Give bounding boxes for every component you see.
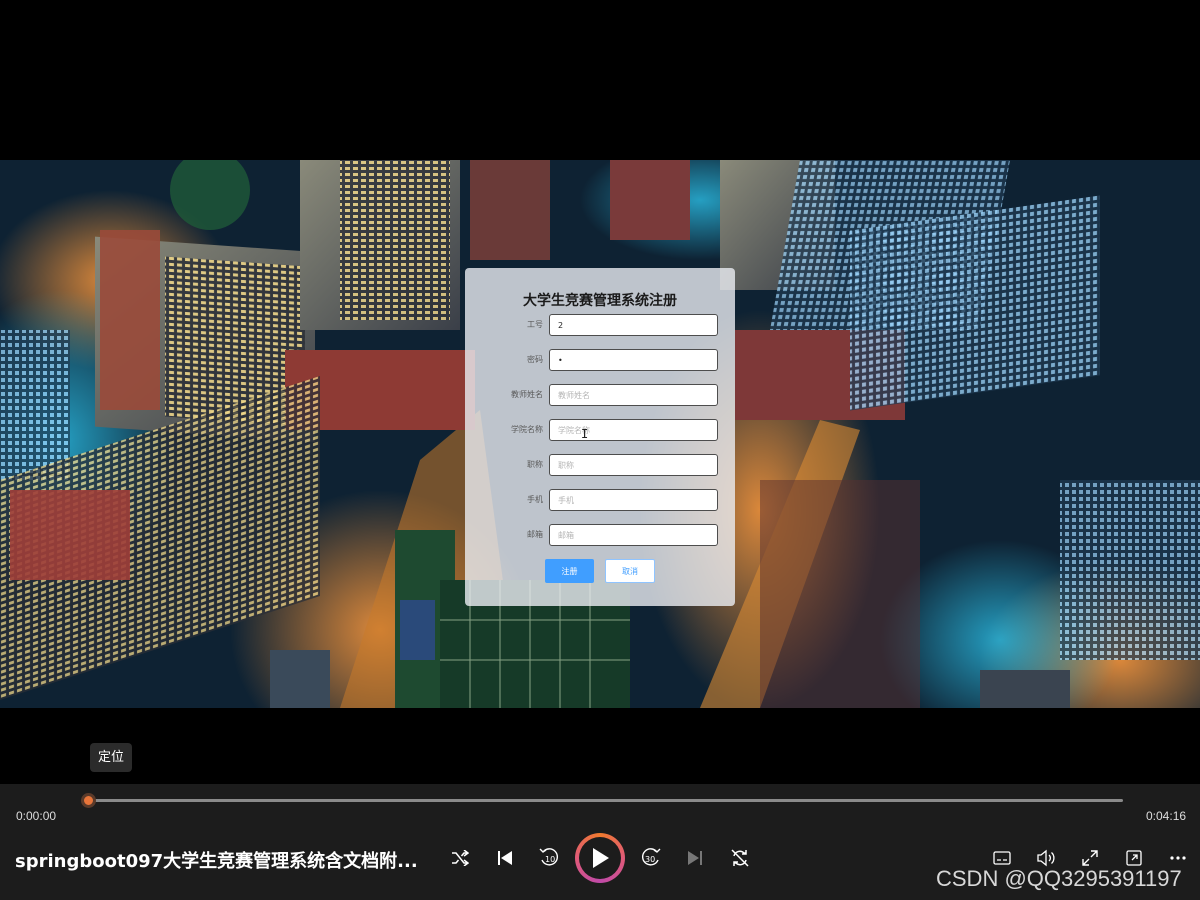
fullscreen-icon[interactable]: [1080, 848, 1100, 868]
field-row-email: 邮箱: [465, 524, 735, 546]
registration-title: 大学生竞赛管理系统注册: [523, 293, 677, 309]
current-time: 0:00:00: [16, 809, 57, 823]
college-name-input[interactable]: [549, 419, 718, 441]
job-title-label: 职称: [527, 460, 543, 469]
seek-bar[interactable]: [86, 799, 1123, 802]
video-frame[interactable]: 大学生竞赛管理系统注册 工号 密码 教师姓名 学院名称 职称 手机 邮箱: [0, 160, 1200, 708]
employee-id-label: 工号: [527, 320, 543, 329]
email-label: 邮箱: [527, 530, 543, 539]
password-label: 密码: [527, 355, 543, 364]
field-row-employee-id: 工号: [465, 314, 735, 336]
registration-card: 大学生竞赛管理系统注册 工号 密码 教师姓名 学院名称 职称 手机 邮箱: [465, 268, 735, 606]
previous-icon[interactable]: [495, 848, 515, 868]
repeat-off-icon[interactable]: [729, 847, 751, 869]
teacher-name-input[interactable]: [549, 384, 718, 406]
mini-player-icon[interactable]: [1124, 848, 1144, 868]
phone-input[interactable]: [549, 489, 718, 511]
field-row-teacher-name: 教师姓名: [465, 384, 735, 406]
seek-handle[interactable]: [81, 793, 96, 808]
play-icon: [579, 837, 621, 879]
svg-text:30: 30: [645, 855, 655, 864]
video-title: springboot097大学生竞赛管理系统含文档附...: [15, 851, 418, 872]
phone-label: 手机: [527, 495, 543, 504]
volume-icon[interactable]: [1036, 848, 1056, 868]
field-row-phone: 手机: [465, 489, 735, 511]
email-input[interactable]: [549, 524, 718, 546]
forward-30-icon[interactable]: 30: [640, 846, 662, 868]
more-icon[interactable]: [1168, 848, 1188, 868]
subtitles-icon[interactable]: [992, 849, 1012, 867]
svg-text:10: 10: [545, 855, 555, 864]
employee-id-input[interactable]: [549, 314, 718, 336]
shuffle-icon[interactable]: [450, 848, 470, 868]
teacher-name-label: 教师姓名: [511, 390, 543, 399]
password-input[interactable]: [549, 349, 718, 371]
field-row-job-title: 职称: [465, 454, 735, 476]
next-icon[interactable]: [685, 848, 705, 868]
seek-tooltip: 定位: [90, 743, 132, 772]
total-time: 0:04:16: [1146, 809, 1187, 823]
text-cursor-icon: I: [581, 427, 589, 441]
play-button[interactable]: [575, 833, 625, 883]
watermark: CSDN @QQ3295391197: [936, 866, 1182, 891]
college-name-label: 学院名称: [511, 425, 543, 434]
cancel-button[interactable]: 取消: [605, 559, 655, 583]
field-row-college-name: 学院名称: [465, 419, 735, 441]
job-title-input[interactable]: [549, 454, 718, 476]
rewind-10-icon[interactable]: 10: [538, 846, 560, 868]
field-row-password: 密码: [465, 349, 735, 371]
register-button[interactable]: 注册: [545, 559, 594, 583]
